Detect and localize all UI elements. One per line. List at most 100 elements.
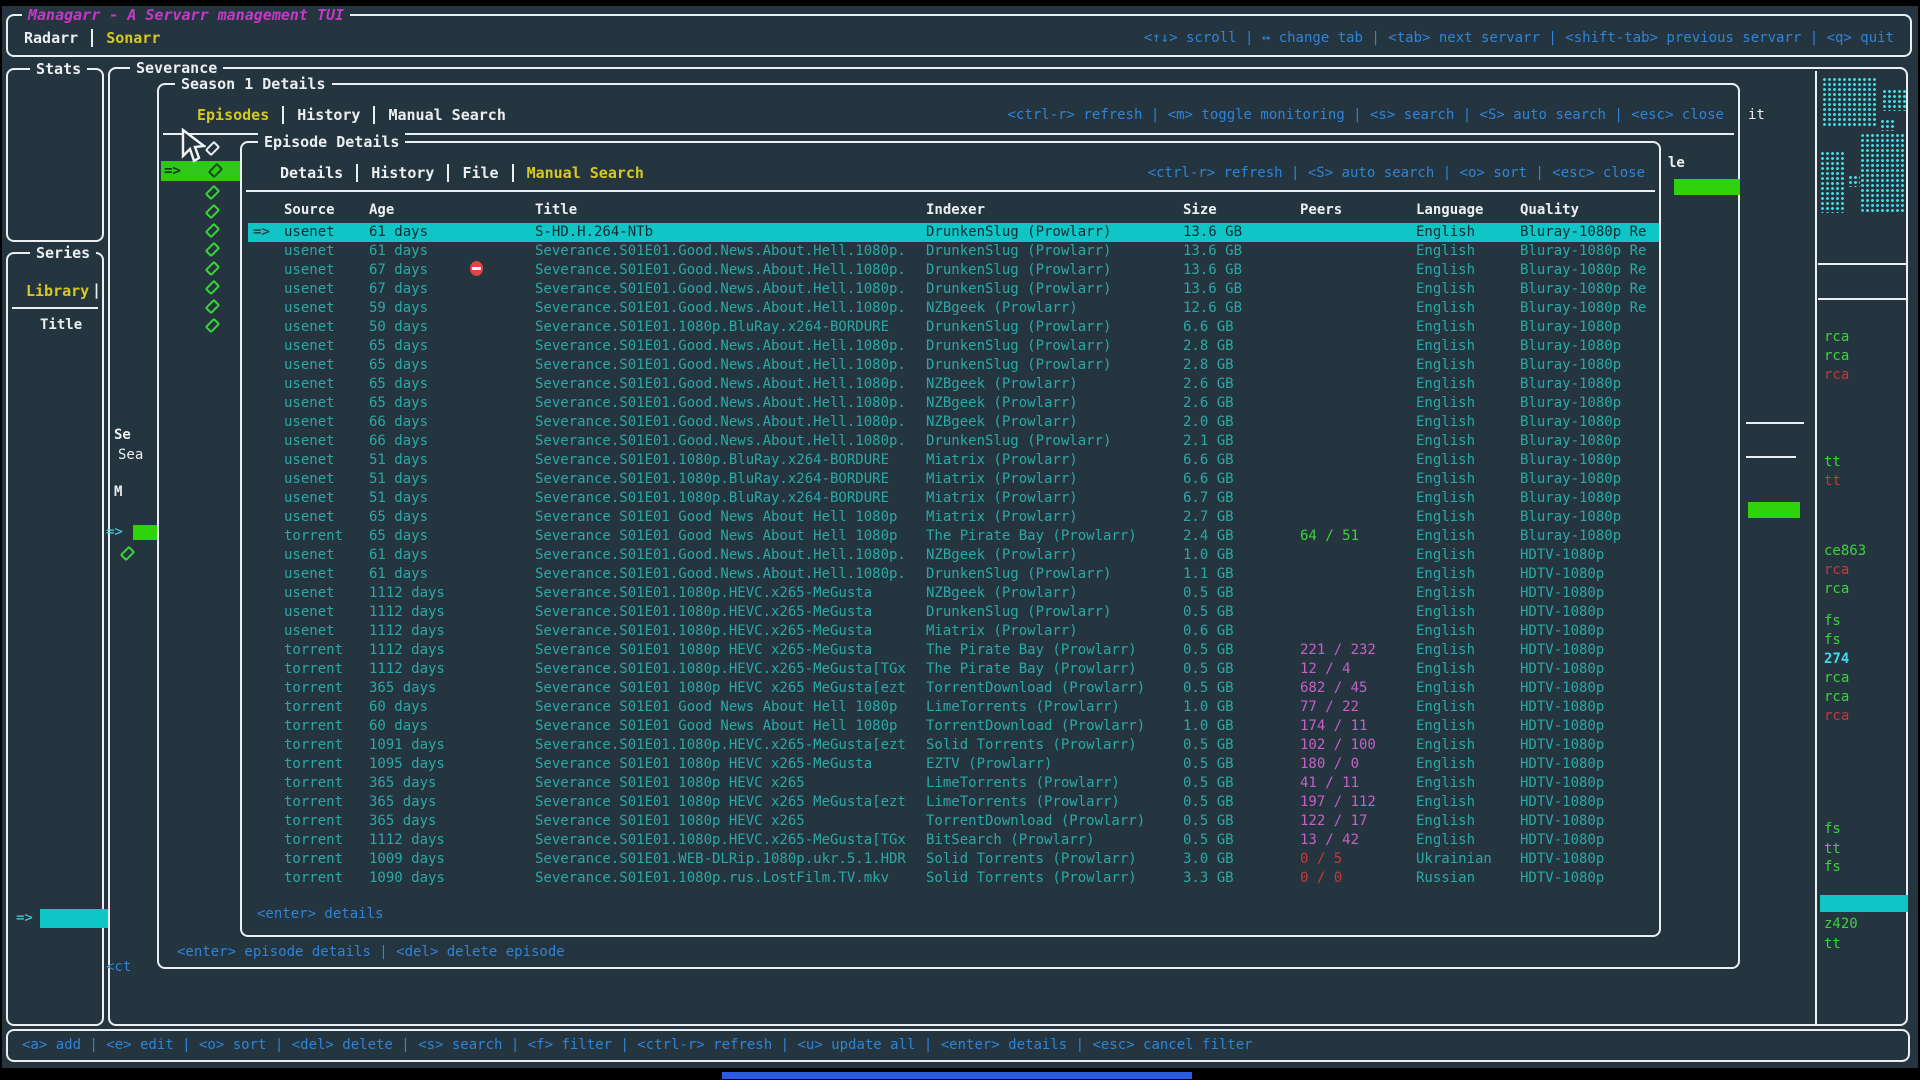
header-source[interactable]: Source <box>284 202 335 218</box>
cell-age: 65 days <box>369 375 428 394</box>
series-list-item[interactable]: Sirens <box>46 662 114 681</box>
search-result-row[interactable]: usenet 67 days Severance.S01E01.Good.New… <box>248 261 1659 280</box>
search-result-row[interactable]: usenet 51 days Severance.S01E01.1080p.Bl… <box>248 470 1659 489</box>
search-result-row[interactable]: torrent 365 days Severance S01E01 1080p … <box>248 679 1659 698</box>
search-result-row[interactable]: torrent 1090 days Severance.S01E01.1080p… <box>248 869 1659 888</box>
series-list-item[interactable]: Dark Ga <box>46 947 114 966</box>
cell-title: Severance.S01E01.1080p.HEVC.x265-MeGusta <box>535 622 921 641</box>
series-list-item[interactable]: Sons of <box>46 700 114 719</box>
search-result-row[interactable]: usenet 50 days Severance.S01E01.1080p.Bl… <box>248 318 1659 337</box>
series-list-item[interactable]: Mask Gi <box>46 491 114 510</box>
search-result-row[interactable]: torrent 60 days Severance S01E01 Good Ne… <box>248 698 1659 717</box>
search-result-row[interactable]: usenet 65 days Severance.S01E01.Good.New… <box>248 394 1659 413</box>
series-list-item[interactable]: The Emp <box>46 529 114 548</box>
series-list-item[interactable]: The Gri <box>46 567 114 586</box>
series-list-item[interactable]: The Off <box>46 776 114 795</box>
tab-details[interactable]: Details <box>280 164 343 182</box>
series-list-item[interactable]: Altered <box>46 966 114 985</box>
tab-file[interactable]: File <box>447 164 498 182</box>
search-result-row[interactable]: usenet 65 days Severance.S01E01.Good.New… <box>248 375 1659 394</box>
cell-indexer: BitSearch (Prowlarr) <box>926 831 1180 850</box>
header-age[interactable]: Age <box>369 202 394 218</box>
series-list-item[interactable]: The Way <box>46 415 114 434</box>
search-result-row[interactable]: usenet 65 days Severance S01E01 Good New… <box>248 508 1659 527</box>
series-list-item[interactable]: The Nig <box>46 890 114 909</box>
header-quality[interactable]: Quality <box>1520 202 1657 218</box>
search-result-row[interactable]: usenet 1112 days Severance.S01E01.1080p.… <box>248 622 1659 641</box>
search-result-row[interactable]: usenet 1112 days Severance.S01E01.1080p.… <box>248 603 1659 622</box>
search-result-row[interactable]: torrent 1095 days Severance S01E01 1080p… <box>248 755 1659 774</box>
search-result-row[interactable]: usenet 59 days Severance.S01E01.Good.New… <box>248 299 1659 318</box>
series-list-item[interactable]: Washing <box>46 719 114 738</box>
series-list-item[interactable]: Tsunami <box>46 605 114 624</box>
series-list-item[interactable]: Hunter <box>46 434 114 453</box>
header-peers[interactable]: Peers <box>1300 202 1412 218</box>
tab-library[interactable]: Library <box>26 282 89 301</box>
tab-radarr[interactable]: Radarr <box>24 29 78 47</box>
tab-sonarr[interactable]: Sonarr <box>91 29 160 47</box>
search-result-row[interactable]: torrent 1112 days Severance.S01E01.1080p… <box>248 660 1659 679</box>
series-list-item[interactable]: The Nan <box>46 833 114 852</box>
search-result-row[interactable]: usenet 1112 days Severance.S01E01.1080p.… <box>248 584 1659 603</box>
tab-season-manual-search[interactable]: Manual Search <box>373 106 505 124</box>
tag-icon <box>208 224 217 237</box>
search-result-row[interactable]: torrent 60 days Severance S01E01 Good Ne… <box>248 717 1659 736</box>
search-result-row[interactable]: usenet 61 days Severance.S01E01.Good.New… <box>248 546 1659 565</box>
tab-history[interactable]: History <box>356 164 434 182</box>
search-result-row[interactable]: usenet 66 days Severance.S01E01.Good.New… <box>248 432 1659 451</box>
series-list-item[interactable]: DAN DA <box>46 852 114 871</box>
series-list-item[interactable]: The Qwa <box>46 377 114 396</box>
search-result-row[interactable]: usenet 65 days Severance.S01E01.Good.New… <box>248 356 1659 375</box>
series-list-item[interactable]: Valkyri <box>46 339 114 358</box>
search-result-row[interactable]: usenet 65 days Severance.S01E01.Good.New… <box>248 337 1659 356</box>
search-result-row[interactable]: usenet 61 days Severance.S01E01.Good.New… <box>248 565 1659 584</box>
series-list-item[interactable]: Chillin <box>46 396 114 415</box>
search-result-row[interactable]: torrent 1112 days Severance S01E01 1080p… <box>248 641 1659 660</box>
header-title[interactable]: Title <box>535 202 921 218</box>
series-list-item[interactable]: Marvel' <box>46 928 114 947</box>
search-result-row[interactable]: torrent 365 days Severance S01E01 1080p … <box>248 793 1659 812</box>
search-result-row[interactable]: torrent 365 days Severance S01E01 1080p … <box>248 774 1659 793</box>
search-result-row[interactable]: torrent 65 days Severance S01E01 Good Ne… <box>248 527 1659 546</box>
search-result-row[interactable]: torrent 1091 days Severance.S01E01.1080p… <box>248 736 1659 755</box>
header-indexer[interactable]: Indexer <box>926 202 1180 218</box>
series-list-item[interactable]: The Emp <box>46 510 114 529</box>
cell-quality: HDTV-1080p <box>1520 660 1657 679</box>
tab-manual-search[interactable]: Manual Search <box>512 164 644 182</box>
search-result-row[interactable]: torrent 1009 days Severance.S01E01.WEB-D… <box>248 850 1659 869</box>
series-list-item[interactable]: Severan <box>40 909 114 928</box>
series-list-item[interactable]: It's Al <box>46 795 114 814</box>
series-list-item[interactable]: Batwhee <box>46 985 114 1004</box>
search-result-row[interactable]: torrent 365 days Severance S01E01 1080p … <box>248 812 1659 831</box>
tab-season-history[interactable]: History <box>282 106 360 124</box>
series-list-item[interactable]: Little <box>46 472 114 491</box>
series-list-item[interactable]: Yosuga <box>46 358 114 377</box>
search-result-row[interactable]: usenet 66 days Severance.S01E01.Good.New… <box>248 413 1659 432</box>
series-list-item[interactable]: Paradis <box>46 1004 114 1023</box>
series-list-item[interactable]: Mad Men <box>46 624 114 643</box>
cell-source: torrent <box>284 850 343 869</box>
series-list-item[interactable]: Homeste <box>46 681 114 700</box>
search-result-row[interactable]: usenet 67 days Severance.S01E01.Good.New… <box>248 280 1659 299</box>
cell-title: Severance.S01E01.1080p.BluRay.x264-BORDU… <box>535 470 921 489</box>
series-list-item[interactable]: The Rev <box>46 738 114 757</box>
search-result-row[interactable]: torrent 1112 days Severance.S01E01.1080p… <box>248 831 1659 850</box>
header-language[interactable]: Language <box>1416 202 1516 218</box>
series-list-item[interactable]: Keijo!! <box>46 548 114 567</box>
tab-episodes[interactable]: Episodes <box>197 106 269 124</box>
search-result-row[interactable]: usenet 61 days Severance.S01E01.Good.New… <box>248 242 1659 261</box>
series-list-item[interactable]: High Sc <box>46 453 114 472</box>
series-list-item[interactable]: The Tra <box>46 814 114 833</box>
series-list-item[interactable]: Flight <box>46 643 114 662</box>
search-result-row[interactable]: usenet 51 days Severance.S01E01.1080p.Bl… <box>248 451 1659 470</box>
cell-title: Severance.S01E01.Good.News.About.Hell.10… <box>535 337 921 356</box>
text-fragment: => <box>106 523 123 542</box>
series-list-item[interactable]: Overflo <box>46 586 114 605</box>
search-result-row[interactable]: usenet 51 days Severance.S01E01.1080p.Bl… <box>248 489 1659 508</box>
series-list-item[interactable]: Netflix <box>46 871 114 890</box>
poster-dither-art <box>1820 75 1912 220</box>
cell-quality: Bluray-1080p <box>1520 527 1657 546</box>
search-result-row[interactable]: => usenet 61 days S-HD.H.264-NTb Drunken… <box>248 223 1659 242</box>
header-size[interactable]: Size <box>1183 202 1293 218</box>
series-list-item[interactable]: PEN15 <box>46 757 114 776</box>
